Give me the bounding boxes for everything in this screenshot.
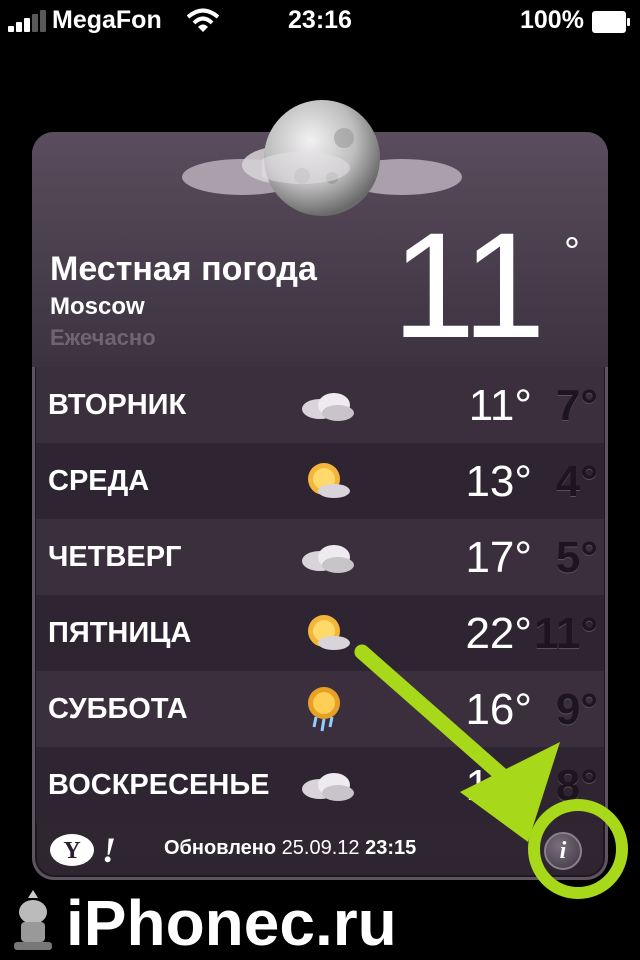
forecast-day: СУББОТА bbox=[48, 693, 188, 725]
forecast-high: 22° bbox=[465, 609, 532, 658]
forecast-high: 16° bbox=[465, 685, 532, 734]
forecast-day: ВТОРНИК bbox=[48, 389, 187, 421]
sun-rain-icon bbox=[308, 687, 340, 732]
forecast-high: 11° bbox=[468, 381, 532, 430]
forecast-row: ПЯТНИЦА 22° 11° bbox=[36, 595, 604, 671]
forecast-day: ЧЕТВЕРГ bbox=[48, 541, 182, 573]
sun-cloud-icon bbox=[308, 615, 350, 650]
forecast-row: СРЕДА 13° 4° bbox=[36, 443, 604, 519]
forecast-row: ВТОРНИК 11° 7° bbox=[36, 367, 604, 443]
current-temperature: 11 bbox=[392, 201, 546, 369]
forecast-row: СУББОТА 16° 9° bbox=[36, 671, 604, 747]
forecast-day: ВОСКРЕСЕНЬЕ bbox=[48, 769, 270, 801]
forecast-day: СРЕДА bbox=[48, 465, 150, 497]
forecast-low: 7° bbox=[555, 381, 598, 430]
forecast-low: 4° bbox=[555, 457, 598, 506]
battery-percent: 100% bbox=[520, 6, 584, 34]
cloud-icon bbox=[302, 393, 354, 421]
weather-card: Местная погода Moscow Ежечасно 11 ° ВТОР… bbox=[32, 132, 608, 880]
sun-cloud-icon bbox=[308, 463, 350, 498]
battery-icon bbox=[592, 11, 630, 33]
cloud-icon bbox=[302, 773, 354, 801]
city-location: Moscow bbox=[50, 293, 145, 320]
svg-text:Y: Y bbox=[63, 838, 80, 864]
forecast-day: ПЯТНИЦА bbox=[48, 617, 192, 649]
watermark-text: iPhonec.ru bbox=[66, 887, 397, 959]
forecast-high: 15° bbox=[465, 761, 532, 810]
forecast-mode: Ежечасно bbox=[50, 325, 156, 350]
card-footer: Y ! Обновлено 25.09.12 23:15 i bbox=[32, 812, 608, 880]
degree-symbol: ° bbox=[564, 230, 580, 274]
forecast-row: ЧЕТВЕРГ 17° 5° bbox=[36, 519, 604, 595]
updated-date: 25.09.12 bbox=[281, 837, 360, 859]
svg-text:!: ! bbox=[102, 832, 116, 868]
cloud-icon bbox=[302, 545, 354, 573]
updated-timestamp: Обновлено 25.09.12 23:15 bbox=[164, 837, 416, 860]
forecast-low: 9° bbox=[555, 685, 598, 734]
updated-time: 23:15 bbox=[365, 837, 417, 859]
robot-logo-icon bbox=[14, 890, 52, 950]
forecast-high: 13° bbox=[465, 457, 532, 506]
status-bar: MegaFon 23:16 100% bbox=[0, 0, 640, 40]
updated-label: Обновлено bbox=[164, 837, 277, 859]
forecast-low: 8° bbox=[555, 761, 598, 810]
yahoo-logo[interactable]: Y ! bbox=[48, 832, 118, 868]
forecast-high: 17° bbox=[465, 533, 532, 582]
info-button[interactable]: i bbox=[544, 832, 582, 870]
moon-icon bbox=[262, 100, 380, 216]
forecast-low: 5° bbox=[555, 533, 598, 582]
forecast-low: 11° bbox=[533, 609, 598, 658]
city-name: Местная погода bbox=[50, 250, 317, 288]
